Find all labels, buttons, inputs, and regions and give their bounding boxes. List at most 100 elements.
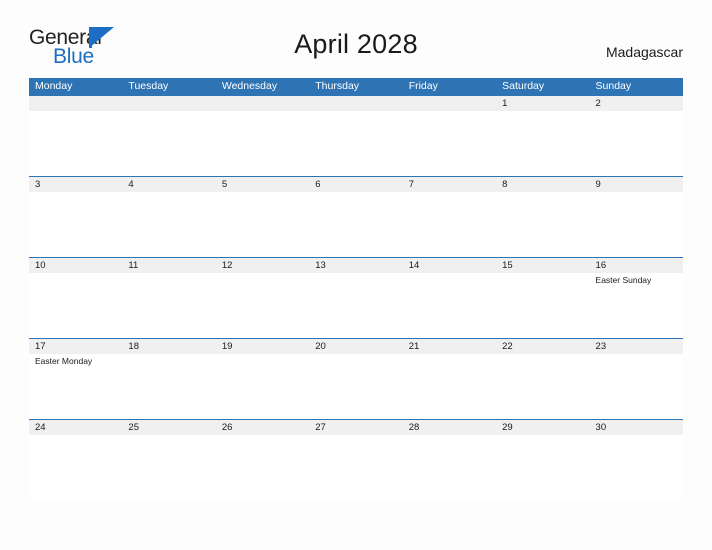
- day-number: 16: [589, 258, 683, 273]
- calendar-week-row: 1 2: [29, 95, 683, 176]
- day-event: [309, 192, 402, 193]
- day-event: [309, 111, 402, 112]
- day-event: [216, 111, 309, 112]
- day-event: [122, 435, 215, 436]
- day-event: [29, 192, 122, 193]
- day-number: 9: [589, 177, 683, 192]
- day-event: [29, 435, 122, 436]
- day-number: 17: [29, 339, 123, 354]
- day-cell[interactable]: 15: [496, 258, 590, 338]
- day-cell[interactable]: 17 Easter Monday: [29, 339, 123, 419]
- day-cell[interactable]: [215, 96, 310, 176]
- day-cell[interactable]: 1: [496, 96, 590, 176]
- day-event: [309, 273, 402, 274]
- day-cell[interactable]: 23: [589, 339, 683, 419]
- day-cell[interactable]: 11: [122, 258, 216, 338]
- day-number: 22: [496, 339, 590, 354]
- day-cell[interactable]: 2: [589, 96, 683, 176]
- day-number: 18: [122, 339, 216, 354]
- day-event: [29, 111, 122, 112]
- day-cell[interactable]: 20: [309, 339, 403, 419]
- day-number: 29: [496, 420, 590, 435]
- day-cell[interactable]: 8: [496, 177, 590, 257]
- day-cell[interactable]: 6: [309, 177, 403, 257]
- weekday-header-sunday: Sunday: [595, 80, 632, 92]
- day-cell[interactable]: 21: [402, 339, 497, 419]
- day-event: [590, 354, 683, 355]
- day-number: 3: [29, 177, 123, 192]
- day-event: [496, 273, 589, 274]
- day-cell[interactable]: 9: [589, 177, 683, 257]
- day-cell[interactable]: 3: [29, 177, 123, 257]
- weekday-header-friday: Friday: [408, 80, 438, 92]
- weekday-header-wednesday: Wednesday: [221, 80, 278, 92]
- day-event: [496, 111, 589, 112]
- day-cell[interactable]: 25: [122, 420, 216, 500]
- day-event: [309, 354, 402, 355]
- day-number: 1: [496, 96, 590, 111]
- weekday-header-monday: Monday: [35, 80, 73, 92]
- day-cell[interactable]: 16 Easter Sunday: [589, 258, 683, 338]
- day-number: 4: [122, 177, 216, 192]
- day-number: 21: [402, 339, 497, 354]
- day-event: [122, 111, 215, 112]
- day-event: Easter Sunday: [595, 275, 652, 285]
- day-cell[interactable]: 18: [122, 339, 216, 419]
- day-event: Easter Monday: [35, 356, 93, 366]
- day-cell[interactable]: 7: [402, 177, 497, 257]
- calendar-week-row: 17 Easter Monday 18 19 20 21 22 23: [29, 338, 683, 419]
- weekday-header-thursday: Thursday: [315, 80, 360, 92]
- day-event: [216, 273, 309, 274]
- day-cell[interactable]: 29: [496, 420, 590, 500]
- day-cell[interactable]: 26: [215, 420, 310, 500]
- day-number: [402, 96, 497, 111]
- day-cell[interactable]: 22: [496, 339, 590, 419]
- day-cell[interactable]: [402, 96, 497, 176]
- day-cell[interactable]: [309, 96, 403, 176]
- day-event: [403, 435, 496, 436]
- calendar-week-row: 24 25 26 27 28 29 30: [29, 419, 683, 500]
- day-event: [403, 192, 496, 193]
- day-number: 12: [215, 258, 310, 273]
- calendar-week-row: 10 11 12 13 14 15 16 Easter Sunday: [29, 257, 683, 338]
- locale-label: Madagascar: [605, 44, 683, 60]
- day-cell[interactable]: 19: [215, 339, 310, 419]
- day-number: 6: [309, 177, 403, 192]
- day-event: [403, 111, 496, 112]
- day-number: 20: [309, 339, 403, 354]
- day-number: 27: [309, 420, 403, 435]
- day-number: 30: [589, 420, 683, 435]
- day-event: [590, 111, 683, 112]
- day-number: 13: [309, 258, 403, 273]
- day-cell[interactable]: [29, 96, 123, 176]
- day-cell[interactable]: 30: [589, 420, 683, 500]
- day-cell[interactable]: 14: [402, 258, 497, 338]
- day-number: 2: [589, 96, 683, 111]
- day-event: [122, 354, 215, 355]
- day-number: 5: [215, 177, 310, 192]
- day-number: [215, 96, 310, 111]
- day-event: [590, 192, 683, 193]
- day-cell[interactable]: [122, 96, 216, 176]
- day-number: 10: [29, 258, 123, 273]
- day-cell[interactable]: 13: [309, 258, 403, 338]
- day-event: [29, 273, 122, 274]
- day-number: [29, 96, 123, 111]
- day-event: [403, 273, 496, 274]
- day-event: [216, 192, 309, 193]
- day-event: [216, 354, 309, 355]
- day-cell[interactable]: 10: [29, 258, 123, 338]
- day-event: [309, 435, 402, 436]
- day-cell[interactable]: 12: [215, 258, 310, 338]
- day-cell[interactable]: 28: [402, 420, 497, 500]
- day-event: [122, 192, 215, 193]
- day-number: [122, 96, 216, 111]
- day-event: [496, 192, 589, 193]
- day-number: 8: [496, 177, 590, 192]
- day-cell[interactable]: 27: [309, 420, 403, 500]
- day-cell[interactable]: 24: [29, 420, 123, 500]
- day-cell[interactable]: 5: [215, 177, 310, 257]
- day-number: 26: [215, 420, 310, 435]
- day-cell[interactable]: 4: [122, 177, 216, 257]
- day-number: 15: [496, 258, 590, 273]
